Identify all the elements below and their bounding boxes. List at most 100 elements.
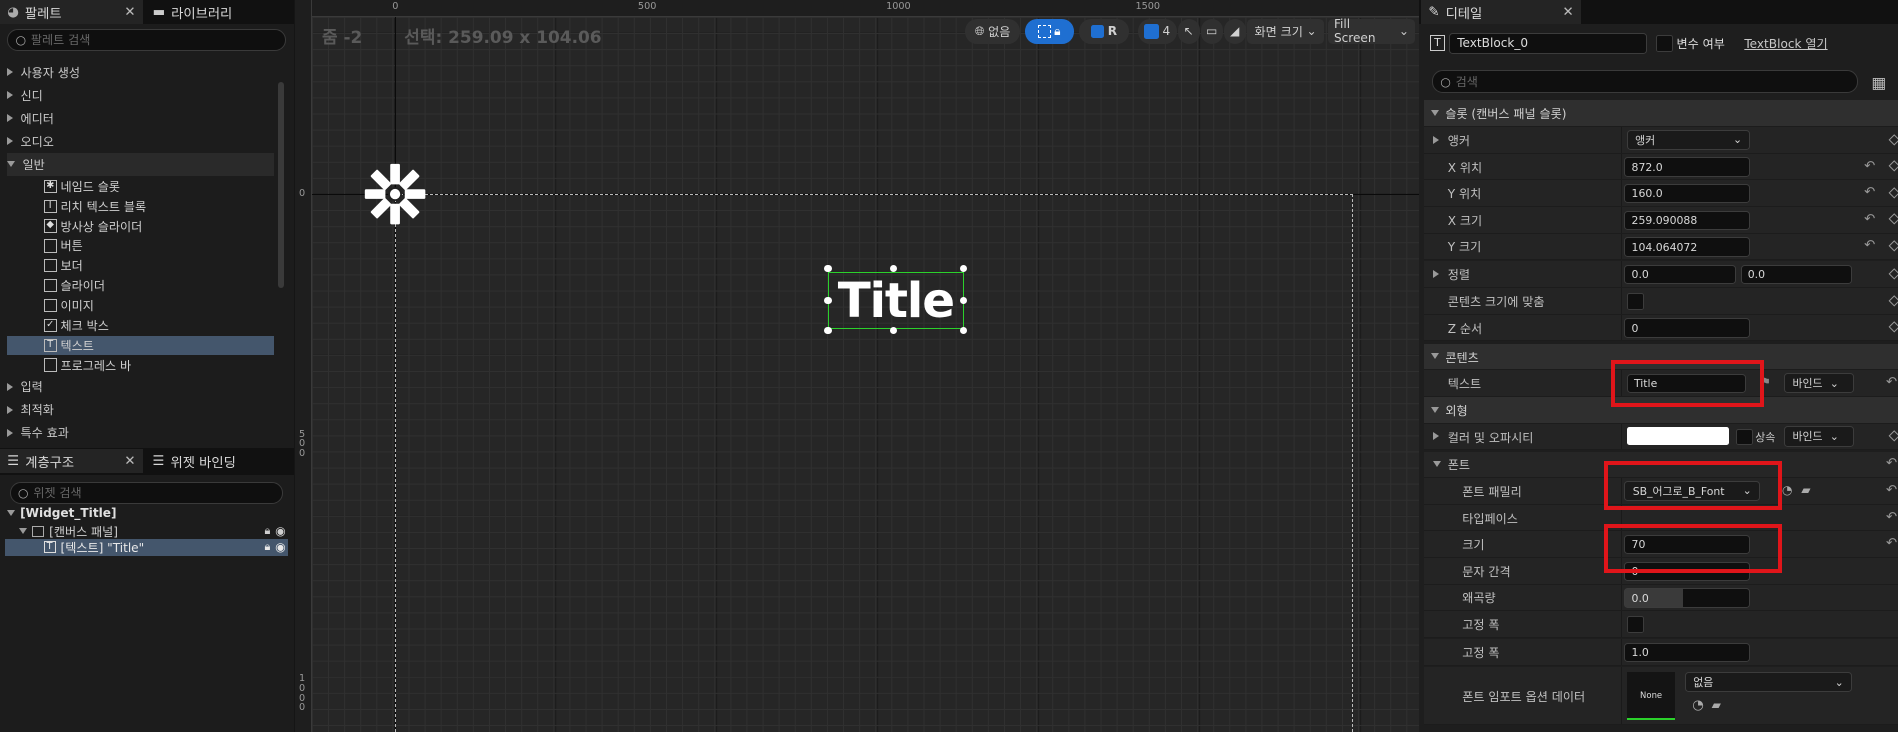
keyframe-icon[interactable] [1887, 321, 1898, 334]
palette-item[interactable]: ✱ 네임드 슬롯 [43, 177, 120, 196]
fixed-width-field[interactable]: 1.0 [1624, 642, 1751, 663]
palette-category[interactable]: 일반 [7, 152, 274, 176]
palette-item[interactable]: 버튼 [43, 236, 83, 255]
fixed-width-checkbox[interactable] [1626, 616, 1644, 634]
y-size-field[interactable]: 104.064072 [1624, 237, 1751, 257]
reset-icon[interactable]: ↶ [1864, 212, 1875, 227]
palette-category[interactable]: 특수 효과 [7, 421, 273, 444]
resize-handle[interactable] [959, 296, 968, 304]
palette-category[interactable]: 오디오 [7, 130, 273, 153]
is-variable-checkbox[interactable] [1655, 35, 1673, 53]
resize-handle[interactable] [889, 326, 897, 335]
y-position-field[interactable]: 160.0 [1624, 183, 1751, 204]
tab-palette[interactable]: ◕ 팔레트 ✕ [0, 0, 143, 25]
anchor-icon[interactable] [363, 162, 427, 226]
lock-icon[interactable]: 🔒︎ [264, 524, 270, 538]
palette-item[interactable]: 이미지 [43, 296, 94, 315]
reset-icon[interactable]: ↶ [1864, 185, 1875, 200]
close-icon[interactable]: ✕ [124, 5, 135, 20]
screen-size-dropdown[interactable]: 화면 크기 ⌄ [1246, 19, 1325, 44]
lock-icon[interactable]: 🔒︎ [264, 540, 270, 554]
font-import-dropdown[interactable]: 없음 ⌄ [1685, 671, 1853, 693]
open-textblock-link[interactable]: TextBlock 열기 [1744, 35, 1827, 52]
tree-root[interactable]: [Widget_Title] [7, 506, 117, 520]
view-options-icon[interactable]: ▦ [1871, 73, 1886, 92]
palette-category[interactable]: 사용자 생성 [7, 61, 273, 84]
inherit-checkbox[interactable] [1735, 428, 1753, 446]
image-button[interactable]: ▭ [1200, 19, 1223, 44]
palette-category[interactable]: 에디터 [7, 107, 273, 130]
resize-handle[interactable] [824, 296, 832, 304]
palette-item[interactable]: ◆ 방사상 슬라이더 [43, 216, 142, 235]
x-size-field[interactable]: 259.090088 [1624, 210, 1751, 230]
palette-item[interactable]: 보더 [43, 256, 83, 275]
tab-details[interactable]: ✎ 디테일 ✕ [1421, 0, 1581, 25]
close-icon[interactable]: ✕ [1563, 5, 1574, 20]
widget-name-input[interactable]: TextBlock_0 [1448, 32, 1648, 55]
reset-icon[interactable]: ↶ [1886, 483, 1897, 498]
tree-canvas-panel[interactable]: [캔버스 패널] 🔒︎ ◉ [19, 523, 286, 540]
folder-icon[interactable]: ▰ [1712, 698, 1721, 712]
color-bind-dropdown[interactable]: 바인드 ⌄ [1784, 426, 1855, 447]
expand-icon[interactable] [19, 528, 28, 535]
keyframe-icon[interactable] [1887, 294, 1898, 307]
palette-item[interactable]: 슬라이더 [43, 276, 105, 295]
details-search-input[interactable]: ○ 검색 [1432, 70, 1859, 94]
expand-icon[interactable] [1433, 269, 1440, 278]
reset-icon[interactable]: ↶ [1886, 375, 1897, 390]
eye-icon[interactable]: ◉ [275, 540, 286, 554]
keyframe-icon[interactable] [1887, 430, 1898, 443]
text-widget[interactable]: Title [827, 272, 964, 330]
tab-hierarchy[interactable]: ☰ 계층구조 ✕ [0, 449, 143, 474]
color-swatch[interactable] [1626, 427, 1729, 446]
autosize-checkbox[interactable] [1626, 292, 1644, 310]
palette-category[interactable]: 신디 [7, 84, 273, 107]
reset-icon[interactable]: ↶ [1864, 159, 1875, 174]
snap-toggle[interactable]: 🔒︎ [1025, 19, 1074, 44]
zorder-field[interactable]: 0 [1624, 318, 1751, 338]
keyframe-icon[interactable] [1887, 187, 1898, 200]
reset-icon[interactable]: ↶ [1864, 238, 1875, 253]
keyframe-icon[interactable] [1887, 268, 1898, 281]
reset-icon[interactable]: ↶ [1886, 510, 1897, 525]
palette-item[interactable]: ✓ 체크 박스 [43, 316, 109, 335]
locale-button[interactable]: 🌐︎ 없음 [964, 19, 1021, 44]
palette-search-input[interactable]: ○ 팔레트 검색 [7, 29, 286, 51]
browse-icon[interactable]: ◔ [1692, 698, 1704, 713]
widget-search-input[interactable]: ○ 위젯 검색 [9, 481, 284, 504]
palette-item[interactable]: T 텍스트 [7, 335, 274, 355]
resize-handle[interactable] [824, 326, 832, 335]
palette-item[interactable]: I 리치 텍스트 블록 [43, 197, 146, 216]
slot-section[interactable]: 슬롯 (캔버스 패널 슬롯) [1423, 100, 1898, 128]
tab-library[interactable]: ▬ 라이브러리 [145, 0, 290, 24]
palette-item[interactable]: 프로그레스 바 [43, 355, 131, 374]
keyframe-icon[interactable] [1887, 133, 1898, 146]
skew-field[interactable]: 0.0 [1624, 588, 1751, 608]
x-position-field[interactable]: 872.0 [1624, 157, 1751, 177]
keyframe-icon[interactable] [1887, 160, 1898, 173]
expand-icon[interactable] [1433, 432, 1440, 441]
fill-screen-dropdown[interactable]: Fill Screen ⌄ [1327, 17, 1416, 45]
text-bind-dropdown[interactable]: 바인드 ⌄ [1784, 372, 1855, 394]
tab-widget-binding[interactable]: ☰ 위젯 바인딩 [145, 449, 290, 473]
alignment-x-field[interactable]: 0.0 [1624, 265, 1736, 285]
expand-icon[interactable] [7, 509, 16, 516]
folder-icon[interactable]: ▰ [1801, 483, 1810, 497]
close-icon[interactable]: ✕ [124, 454, 135, 469]
asset-thumbnail[interactable]: None [1626, 671, 1676, 721]
device-button[interactable]: ◢ [1223, 19, 1246, 44]
reset-icon[interactable]: ↶ [1886, 536, 1897, 551]
keyframe-icon[interactable] [1887, 213, 1898, 226]
expand-icon[interactable] [1433, 135, 1440, 144]
palette-category[interactable]: 입력 [7, 375, 273, 398]
palette-category[interactable]: 최적화 [7, 398, 273, 421]
alignment-y-field[interactable]: 0.0 [1740, 265, 1853, 285]
keyframe-icon[interactable] [1887, 240, 1898, 253]
eye-icon[interactable]: ◉ [275, 524, 286, 538]
grid-snap-toggle[interactable]: 4 [1137, 19, 1177, 44]
resize-handle[interactable] [824, 265, 832, 273]
reset-icon[interactable]: ↶ [1886, 456, 1897, 471]
browse-icon[interactable]: ◔ [1782, 483, 1793, 497]
tree-text-item[interactable]: T [텍스트] "Title" 🔒︎ ◉ [4, 538, 289, 556]
palette-scrollbar[interactable] [278, 82, 285, 289]
